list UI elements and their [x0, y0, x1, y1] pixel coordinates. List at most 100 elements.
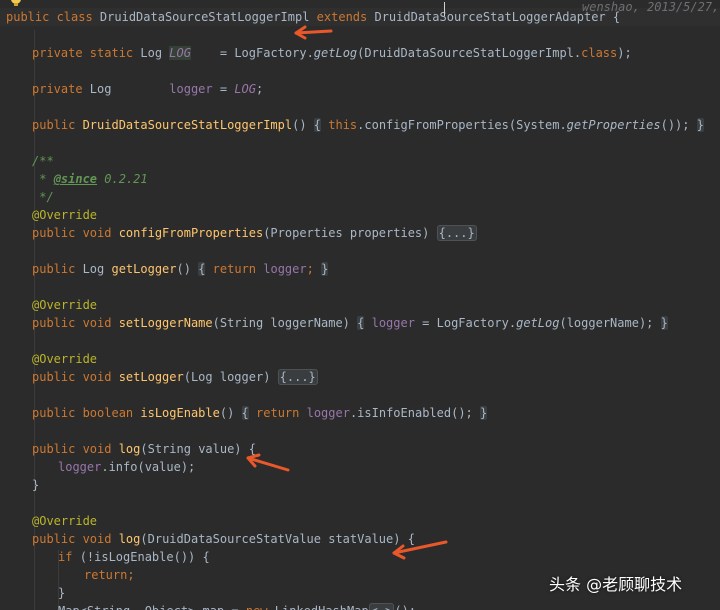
code-token: LOG [234, 82, 257, 96]
code-token: public void [32, 442, 119, 456]
code-token: (DruidDataSourceStatLoggerImpl. [357, 46, 582, 60]
code-line-text: Map<String, Object> map = new LinkedHash… [58, 602, 416, 610]
code-line[interactable]: logger.info(value); [0, 458, 720, 476]
code-line[interactable] [0, 386, 720, 404]
code-line[interactable] [0, 26, 720, 44]
code-line[interactable]: Map<String, Object> map = new LinkedHash… [0, 602, 720, 610]
code-line[interactable]: /** [0, 152, 720, 170]
code-line[interactable]: } [0, 476, 720, 494]
code-token: /** [32, 154, 54, 168]
code-line[interactable]: public Log getLogger() { return logger; … [0, 260, 720, 278]
code-line-text: public DruidDataSourceStatLoggerImpl() {… [32, 116, 704, 134]
code-token: public [32, 118, 83, 132]
code-token: getLog [313, 46, 358, 60]
code-line-text: /** [32, 152, 54, 170]
code-line[interactable] [0, 134, 720, 152]
code-token: DruidDataSourceStatLoggerImpl [99, 10, 317, 24]
code-line[interactable]: private Log logger = LOG; [0, 80, 720, 98]
code-token: @Override [32, 352, 98, 366]
code-token: setLoggerName [118, 316, 213, 330]
code-token: DruidDataSourceStatLoggerAdapter [374, 10, 606, 24]
code-token: log [118, 532, 141, 546]
code-line[interactable] [0, 98, 720, 116]
code-line-text: @Override [32, 206, 97, 224]
code-token: @Override [32, 514, 98, 528]
code-line[interactable]: @Override [0, 206, 720, 224]
folded-code-region[interactable]: <~> [368, 603, 395, 610]
code-line[interactable]: public void configFromProperties(Propert… [0, 224, 720, 242]
folded-code-region[interactable]: {...} [436, 225, 477, 241]
code-token: logger [371, 316, 415, 330]
code-token: getProperties [566, 118, 661, 132]
code-line[interactable]: @Override [0, 512, 720, 530]
lightbulb-icon[interactable] [8, 0, 24, 8]
code-token: (loggerName); [559, 316, 661, 330]
code-editor[interactable]: public class DruidDataSourceStatLoggerIm… [0, 0, 720, 610]
code-line[interactable]: public void setLoggerName(String loggerN… [0, 314, 720, 332]
code-token: = [212, 82, 235, 96]
code-line-text: private Log logger = LOG; [32, 80, 263, 98]
code-line[interactable]: @Override [0, 350, 720, 368]
code-token: this [328, 118, 358, 132]
code-token: LinkedHashMap [275, 604, 369, 610]
code-token: logger [263, 262, 307, 276]
code-line[interactable]: public void setLogger(Log logger) {...} [0, 368, 720, 386]
code-line-text: @Override [32, 512, 97, 530]
code-token: () [219, 406, 242, 420]
code-token: return [84, 568, 128, 582]
code-token: @since [53, 172, 98, 186]
code-token: private static [32, 46, 141, 60]
code-line[interactable]: private static Log LOG = LogFactory.getL… [0, 44, 720, 62]
code-line[interactable]: @Override [0, 296, 720, 314]
code-token: return [256, 406, 307, 420]
code-line[interactable]: public void log(String value) { [0, 440, 720, 458]
code-token: } [321, 262, 329, 276]
code-token: logger [169, 82, 213, 96]
code-line[interactable] [0, 62, 720, 80]
watermark: 头条 @老顾聊技术 [549, 575, 683, 594]
code-token: public boolean [32, 406, 141, 420]
code-line-text: private static Log LOG = LogFactory.getL… [32, 44, 632, 62]
code-token: ); [617, 46, 632, 60]
code-line-text: public void configFromProperties(Propert… [32, 224, 477, 242]
code-line[interactable]: * @since 0.2.21 [0, 170, 720, 188]
code-token: Log [140, 46, 170, 60]
code-line[interactable] [0, 422, 720, 440]
code-token: public void [32, 370, 119, 384]
code-token: Map<String, Object> map = [58, 604, 246, 610]
code-line-text: if (!isLogEnable()) { [58, 548, 210, 566]
code-token: ; [256, 82, 264, 96]
code-token: DruidDataSourceStatLoggerImpl [82, 118, 293, 132]
code-token: getLogger [111, 262, 177, 276]
code-line[interactable]: public boolean isLogEnable() { return lo… [0, 404, 720, 422]
code-line[interactable]: if (!isLogEnable()) { [0, 548, 720, 566]
code-line[interactable] [0, 278, 720, 296]
code-token: .configFromProperties(System. [357, 118, 567, 132]
code-line-text: public void setLoggerName(String loggerN… [32, 314, 668, 332]
code-line-text: * @since 0.2.21 [32, 170, 147, 188]
code-token: () [176, 262, 199, 276]
code-token: Log [82, 262, 112, 276]
code-token: } [32, 478, 40, 492]
code-token: } [696, 118, 704, 132]
code-line-text: public class DruidDataSourceStatLoggerIm… [6, 8, 620, 26]
code-line[interactable]: */ [0, 188, 720, 206]
code-token: isLogEnable [140, 406, 220, 420]
code-line[interactable] [0, 494, 720, 512]
code-token: { [241, 406, 249, 420]
code-token: { [313, 118, 322, 132]
code-token: .info(value); [101, 460, 196, 474]
code-token: logger [58, 460, 102, 474]
code-token: (DruidDataSourceStatValue statValue) { [140, 532, 415, 546]
code-line[interactable]: public void log(DruidDataSourceStatValue… [0, 530, 720, 548]
folded-code-region[interactable]: {...} [277, 369, 318, 385]
code-token: public void [32, 226, 119, 240]
code-line[interactable] [0, 242, 720, 260]
code-token: if [58, 550, 80, 564]
code-token: public [32, 262, 83, 276]
code-line[interactable]: public DruidDataSourceStatLoggerImpl() {… [0, 116, 720, 134]
code-line[interactable] [0, 332, 720, 350]
code-token: (); [394, 604, 416, 610]
